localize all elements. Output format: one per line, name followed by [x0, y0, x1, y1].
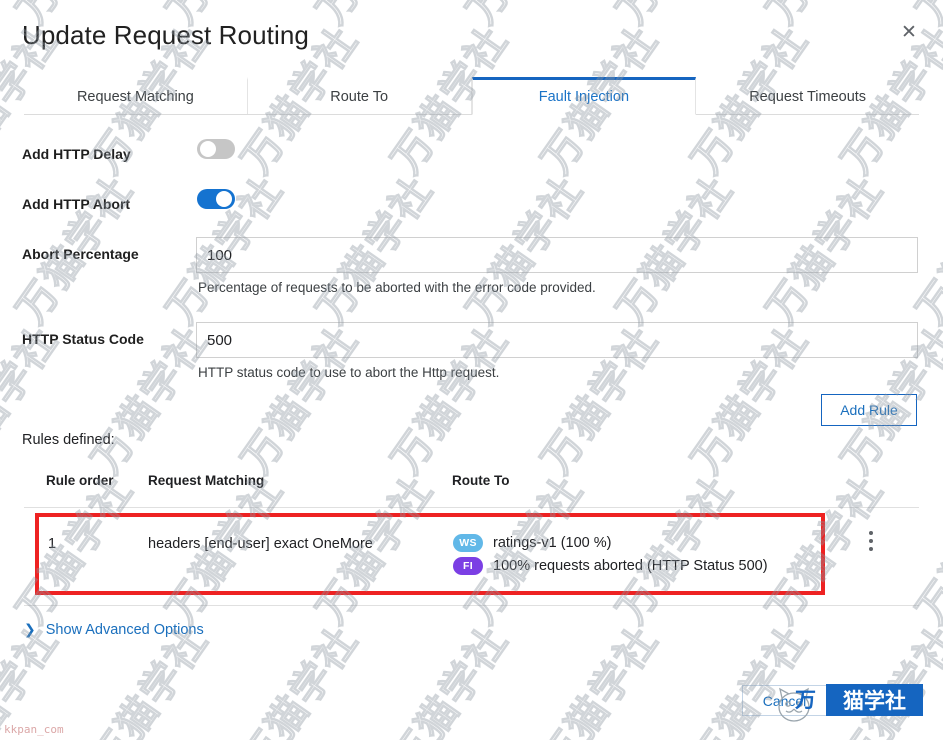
toggle-add-http-delay[interactable]	[197, 139, 235, 159]
badge-ws: WS	[453, 534, 483, 552]
page-title: Update Request Routing	[22, 20, 309, 50]
rules-defined-label: Rules defined:	[22, 432, 115, 448]
route-to-text: 100% requests aborted (HTTP Status 500)	[493, 558, 768, 574]
helper-http-status-code: HTTP status code to use to abort the Htt…	[198, 365, 500, 380]
route-to-entry: WS ratings-v1 (100 %)	[453, 534, 768, 552]
kebab-dot	[869, 531, 873, 535]
cell-request-matching: headers [end-user] exact OneMore	[148, 536, 373, 552]
route-to-text: ratings-v1 (100 %)	[493, 535, 612, 551]
kebab-dot	[869, 547, 873, 551]
add-rule-button[interactable]: Add Rule	[821, 394, 917, 426]
abort-percentage-input[interactable]	[196, 237, 918, 273]
kebab-dot	[869, 539, 873, 543]
watermark-brand-prefix: 万	[795, 688, 816, 712]
tab-request-timeouts[interactable]: Request Timeouts	[696, 77, 919, 114]
cell-route-to: WS ratings-v1 (100 %) FI 100% requests a…	[453, 534, 768, 575]
show-advanced-options-toggle[interactable]: ❯ Show Advanced Options	[24, 622, 204, 638]
watermark-text: 万猫学社	[750, 0, 894, 33]
watermark-text: 万猫学社	[533, 618, 668, 740]
label-abort-percentage: Abort Percentage	[22, 246, 139, 262]
column-header-rule-order: Rule order	[46, 473, 114, 488]
watermark-text: 万猫学社	[383, 618, 518, 740]
watermark-text: 万猫学社	[233, 618, 368, 740]
helper-abort-percentage: Percentage of requests to be aborted wit…	[198, 280, 596, 295]
toggle-knob	[200, 141, 216, 157]
table-divider-bottom	[24, 605, 919, 606]
watermark-text: 万猫学社	[908, 468, 943, 633]
cell-rule-order: 1	[48, 536, 57, 552]
chevron-right-icon: ❯	[24, 622, 36, 638]
update-request-routing-dialog: Update Request Routing ✕ Request Matchin…	[0, 0, 943, 740]
watermark-brand: 猫学社	[826, 684, 923, 716]
watermark-text: 万猫学社	[600, 0, 744, 33]
close-icon[interactable]: ✕	[897, 20, 921, 44]
watermark-text: 万猫学社	[450, 0, 594, 33]
column-header-route-to: Route To	[452, 473, 510, 488]
route-to-entry: FI 100% requests aborted (HTTP Status 50…	[453, 557, 768, 575]
table-divider-top	[24, 507, 919, 508]
column-header-request-matching: Request Matching	[148, 473, 265, 488]
label-http-status-code: HTTP Status Code	[22, 331, 144, 347]
tab-route-to[interactable]: Route To	[247, 77, 472, 114]
watermark-text: 万猫学社	[300, 0, 444, 33]
tab-bar: Request Matching Route To Fault Injectio…	[24, 77, 919, 115]
watermark-corner-text: kkpan_com	[4, 723, 64, 736]
toggle-add-http-abort[interactable]	[197, 189, 235, 209]
show-advanced-options-label: Show Advanced Options	[45, 622, 204, 638]
toggle-knob	[216, 191, 232, 207]
tab-request-matching[interactable]: Request Matching	[24, 77, 248, 114]
http-status-code-input[interactable]	[196, 322, 918, 358]
label-add-http-abort: Add HTTP Abort	[22, 196, 131, 212]
tab-fault-injection[interactable]: Fault Injection	[471, 77, 697, 115]
kebab-menu-icon[interactable]	[865, 529, 877, 553]
label-add-http-delay: Add HTTP Delay	[22, 146, 131, 162]
watermark-text: 万猫学社	[833, 618, 943, 740]
badge-fi: FI	[453, 557, 483, 575]
